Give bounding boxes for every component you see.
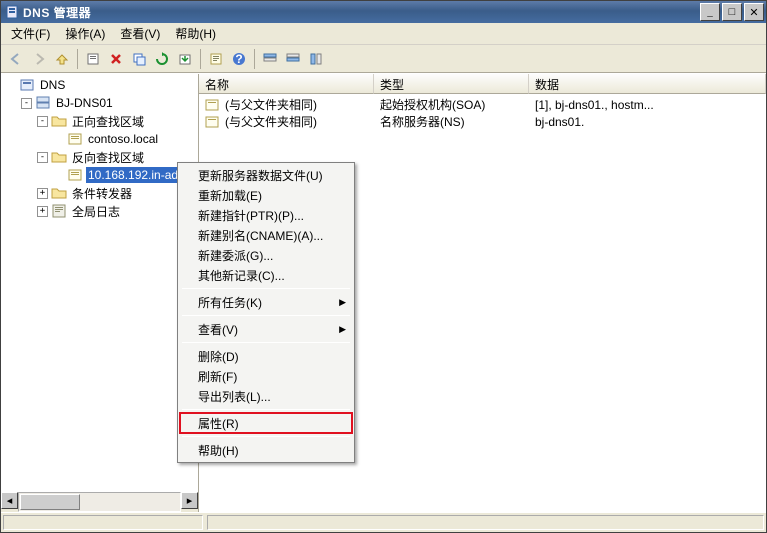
up-icon[interactable] [51,48,73,70]
ctx-sep [182,342,350,343]
ctx-all-tasks[interactable]: 所有任务(K)▶ [180,292,352,312]
svg-text:?: ? [235,52,242,66]
scroll-thumb[interactable] [20,494,80,510]
ctx-update-data-file[interactable]: 更新服务器数据文件(U) [180,165,352,185]
filter-icon[interactable] [259,48,281,70]
folder-icon [51,185,67,201]
app-icon [5,5,19,19]
ctx-reload[interactable]: 重新加载(E) [180,185,352,205]
window-title: DNS 管理器 [23,4,700,21]
expand-icon[interactable]: + [37,188,48,199]
maximize-button[interactable]: □ [722,3,742,21]
ctx-sep [182,288,350,289]
export-icon[interactable] [174,48,196,70]
tree-panel: DNS - BJ-DNS01 - 正向查找区域 contoso.local [1,74,199,512]
tree-server[interactable]: - BJ-DNS01 [1,94,198,112]
server-icon [35,95,51,111]
refresh-icon[interactable] [151,48,173,70]
ctx-properties[interactable]: 属性(R) [180,413,352,433]
properties-icon[interactable] [205,48,227,70]
tree-rev-zone[interactable]: - 反向查找区域 [1,148,198,166]
ctx-new-ptr[interactable]: 新建指针(PTR)(P)... [180,205,352,225]
help-icon[interactable]: ? [228,48,250,70]
close-button[interactable]: ✕ [744,3,764,21]
ctx-export-list[interactable]: 导出列表(L)... [180,386,352,406]
submenu-arrow-icon: ▶ [339,324,346,335]
record-icon [205,115,221,129]
col-data[interactable]: 数据 [529,74,766,94]
menu-file[interactable]: 文件(F) [5,23,56,44]
collapse-icon[interactable]: - [21,98,32,109]
dns-icon [19,77,35,93]
tree-root-dns[interactable]: DNS [1,76,198,94]
zone-icon [67,131,83,147]
context-menu: 更新服务器数据文件(U) 重新加载(E) 新建指针(PTR)(P)... 新建别… [177,162,355,463]
forward-icon[interactable] [28,48,50,70]
toolbar: ? [1,45,766,73]
folder-icon [51,149,67,165]
toolbar-sep [254,49,255,69]
toolbar-sep [77,49,78,69]
delete-icon[interactable] [105,48,127,70]
menu-help[interactable]: 帮助(H) [169,23,222,44]
ctx-sep [182,436,350,437]
status-pane-left [3,515,203,530]
window-buttons: _ □ ✕ [700,3,764,21]
toolbar-sep [200,49,201,69]
zone-icon [67,167,83,183]
ctx-refresh[interactable]: 刷新(F) [180,366,352,386]
minimize-button[interactable]: _ [700,3,720,21]
list-row[interactable]: (与父文件夹相同) 名称服务器(NS) bj-dns01. [199,113,766,130]
expand-icon[interactable]: + [37,206,48,217]
record-icon [205,98,221,112]
status-pane-right [207,515,764,530]
menubar: 文件(F) 操作(A) 查看(V) 帮助(H) [1,23,766,45]
list-header: 名称 类型 数据 [199,74,766,94]
tree-fwd-domain[interactable]: contoso.local [1,130,198,148]
column-icon[interactable] [305,48,327,70]
ctx-sep [182,315,350,316]
app-window: DNS 管理器 _ □ ✕ 文件(F) 操作(A) 查看(V) 帮助(H) ? [0,0,767,533]
content-area: DNS - BJ-DNS01 - 正向查找区域 contoso.local [1,73,766,512]
tree-hscroll[interactable]: ◂ ▸ [1,492,198,512]
statusbar [1,512,766,532]
folder-icon [51,113,67,129]
tree-body[interactable]: DNS - BJ-DNS01 - 正向查找区域 contoso.local [1,74,198,492]
col-name[interactable]: 名称 [199,74,374,94]
tree-rev-domain[interactable]: 10.168.192.in-addr [1,166,198,184]
menu-view[interactable]: 查看(V) [114,23,166,44]
list-row[interactable]: (与父文件夹相同) 起始授权机构(SOA) [1], bj-dns01., ho… [199,96,766,113]
ctx-view[interactable]: 查看(V)▶ [180,319,352,339]
copy-icon[interactable] [128,48,150,70]
ctx-delete[interactable]: 删除(D) [180,346,352,366]
col-type[interactable]: 类型 [374,74,529,94]
tree-global-log[interactable]: + 全局日志 [1,202,198,220]
collapse-icon[interactable]: - [37,152,48,163]
submenu-arrow-icon: ▶ [339,297,346,308]
log-icon [51,203,67,219]
ctx-new-delegation[interactable]: 新建委派(G)... [180,245,352,265]
scroll-right-icon[interactable]: ▸ [181,492,198,509]
cut-icon[interactable] [82,48,104,70]
scroll-left-icon[interactable]: ◂ [1,492,18,509]
back-icon[interactable] [5,48,27,70]
ctx-new-cname[interactable]: 新建别名(CNAME)(A)... [180,225,352,245]
ctx-sep [182,409,350,410]
menu-action[interactable]: 操作(A) [59,23,111,44]
collapse-icon[interactable]: - [37,116,48,127]
titlebar: DNS 管理器 _ □ ✕ [1,1,766,23]
ctx-other-records[interactable]: 其他新记录(C)... [180,265,352,285]
ctx-help[interactable]: 帮助(H) [180,440,352,460]
tree-conditional[interactable]: + 条件转发器 [1,184,198,202]
tree-fwd-zone[interactable]: - 正向查找区域 [1,112,198,130]
find-icon[interactable] [282,48,304,70]
